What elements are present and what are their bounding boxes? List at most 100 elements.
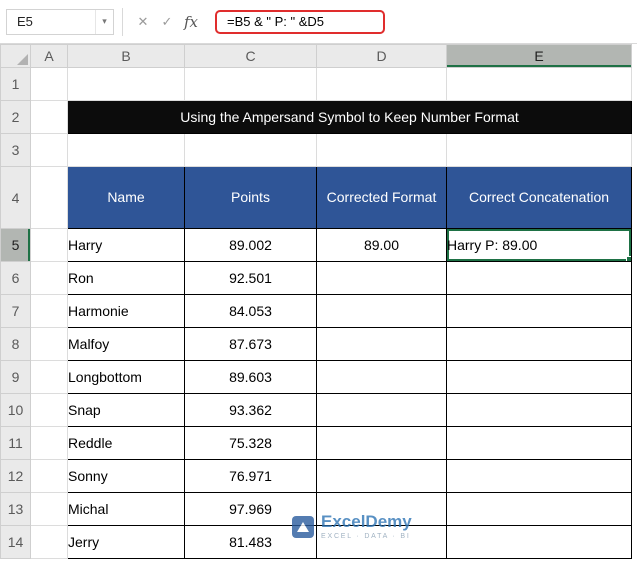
cell-C11[interactable]: 75.328 xyxy=(184,426,317,460)
cell-C3[interactable] xyxy=(184,133,317,167)
cell-A10[interactable] xyxy=(30,393,68,427)
cell-D9[interactable] xyxy=(316,360,447,394)
row-header-2[interactable]: 2 xyxy=(0,100,31,134)
cell-C1[interactable] xyxy=(184,67,317,101)
cell-E1[interactable] xyxy=(446,67,632,101)
cell-B7[interactable]: Harmonie xyxy=(67,294,185,328)
cell-C5[interactable]: 89.002 xyxy=(184,228,317,262)
column-header-b[interactable]: B xyxy=(67,44,185,68)
row-header-12[interactable]: 12 xyxy=(0,459,31,493)
cell-A8[interactable] xyxy=(30,327,68,361)
cell-A6[interactable] xyxy=(30,261,68,295)
row-header-4[interactable]: 4 xyxy=(0,166,31,229)
exceldemy-watermark: ExcelDemy EXCEL · DATA · BI xyxy=(292,513,412,540)
row-header-8[interactable]: 8 xyxy=(0,327,31,361)
header-correct-concatenation[interactable]: Correct Concatenation xyxy=(446,166,632,229)
row-header-6[interactable]: 6 xyxy=(0,261,31,295)
cell-A12[interactable] xyxy=(30,459,68,493)
select-all-button[interactable] xyxy=(0,44,31,68)
cell-E14[interactable] xyxy=(446,525,632,559)
cell-C12[interactable]: 76.971 xyxy=(184,459,317,493)
row-header-3[interactable]: 3 xyxy=(0,133,31,167)
cell-D1[interactable] xyxy=(316,67,447,101)
cell-E6[interactable] xyxy=(446,261,632,295)
cell-D11[interactable] xyxy=(316,426,447,460)
cell-E11[interactable] xyxy=(446,426,632,460)
cell-A13[interactable] xyxy=(30,492,68,526)
excel-window: E5 ▾ ✕ ✓ fx =B5 & " P: " &D5 A B C D E 1 xyxy=(0,0,637,571)
cell-A14[interactable] xyxy=(30,525,68,559)
cell-A11[interactable] xyxy=(30,426,68,460)
cell-E5[interactable]: Harry P: 89.00 xyxy=(446,228,632,262)
cell-A9[interactable] xyxy=(30,360,68,394)
select-all-triangle-icon xyxy=(17,54,28,65)
cell-B12[interactable]: Sonny xyxy=(67,459,185,493)
enter-icon[interactable]: ✓ xyxy=(155,14,179,30)
column-header-d[interactable]: D xyxy=(316,44,447,68)
fill-handle[interactable] xyxy=(626,256,631,261)
cell-B6[interactable]: Ron xyxy=(67,261,185,295)
cell-A3[interactable] xyxy=(30,133,68,167)
spreadsheet-grid: A B C D E 1 2 Using the Ampersand Symbol… xyxy=(0,44,632,559)
divider xyxy=(122,7,123,36)
formula-input[interactable]: =B5 & " P: " &D5 xyxy=(227,14,324,29)
cell-B11[interactable]: Reddle xyxy=(67,426,185,460)
row-header-5[interactable]: 5 xyxy=(0,228,31,262)
title-banner[interactable]: Using the Ampersand Symbol to Keep Numbe… xyxy=(67,100,632,134)
cell-C8[interactable]: 87.673 xyxy=(184,327,317,361)
row-header-11[interactable]: 11 xyxy=(0,426,31,460)
cell-A7[interactable] xyxy=(30,294,68,328)
name-box[interactable]: E5 ▾ xyxy=(6,8,114,35)
row-header-9[interactable]: 9 xyxy=(0,360,31,394)
header-points[interactable]: Points xyxy=(184,166,317,229)
cell-E8[interactable] xyxy=(446,327,632,361)
chevron-down-icon[interactable]: ▾ xyxy=(95,9,113,34)
cell-E13[interactable] xyxy=(446,492,632,526)
cell-E10[interactable] xyxy=(446,393,632,427)
cell-A4[interactable] xyxy=(30,166,68,229)
cancel-icon[interactable]: ✕ xyxy=(131,14,155,30)
cell-A2[interactable] xyxy=(30,100,68,134)
column-header-a[interactable]: A xyxy=(30,44,68,68)
cell-C7[interactable]: 84.053 xyxy=(184,294,317,328)
cell-B9[interactable]: Longbottom xyxy=(67,360,185,394)
cell-D8[interactable] xyxy=(316,327,447,361)
cell-E5-value: Harry P: 89.00 xyxy=(447,237,538,253)
cell-B10[interactable]: Snap xyxy=(67,393,185,427)
formula-highlight-box: =B5 & " P: " &D5 xyxy=(215,9,385,34)
row-header-14[interactable]: 14 xyxy=(0,525,31,559)
column-header-e[interactable]: E xyxy=(446,44,632,68)
cell-B1[interactable] xyxy=(67,67,185,101)
cell-B8[interactable]: Malfoy xyxy=(67,327,185,361)
cell-D12[interactable] xyxy=(316,459,447,493)
cell-E7[interactable] xyxy=(446,294,632,328)
watermark-title: ExcelDemy xyxy=(321,512,412,531)
cell-A5[interactable] xyxy=(30,228,68,262)
exceldemy-logo-icon xyxy=(292,515,314,538)
cell-B14[interactable]: Jerry xyxy=(67,525,185,559)
cell-E12[interactable] xyxy=(446,459,632,493)
cell-C6[interactable]: 92.501 xyxy=(184,261,317,295)
row-header-1[interactable]: 1 xyxy=(0,67,31,101)
cell-D7[interactable] xyxy=(316,294,447,328)
cell-E3[interactable] xyxy=(446,133,632,167)
name-box-value: E5 xyxy=(17,14,33,29)
cell-B3[interactable] xyxy=(67,133,185,167)
cell-C9[interactable]: 89.603 xyxy=(184,360,317,394)
cell-D6[interactable] xyxy=(316,261,447,295)
insert-function-icon[interactable]: fx xyxy=(179,13,203,31)
row-header-7[interactable]: 7 xyxy=(0,294,31,328)
cell-D5[interactable]: 89.00 xyxy=(316,228,447,262)
header-name[interactable]: Name xyxy=(67,166,185,229)
row-header-13[interactable]: 13 xyxy=(0,492,31,526)
row-header-10[interactable]: 10 xyxy=(0,393,31,427)
cell-E9[interactable] xyxy=(446,360,632,394)
cell-B13[interactable]: Michal xyxy=(67,492,185,526)
cell-C10[interactable]: 93.362 xyxy=(184,393,317,427)
column-header-c[interactable]: C xyxy=(184,44,317,68)
header-corrected-format[interactable]: Corrected Format xyxy=(316,166,447,229)
cell-B5[interactable]: Harry xyxy=(67,228,185,262)
cell-D10[interactable] xyxy=(316,393,447,427)
cell-A1[interactable] xyxy=(30,67,68,101)
cell-D3[interactable] xyxy=(316,133,447,167)
